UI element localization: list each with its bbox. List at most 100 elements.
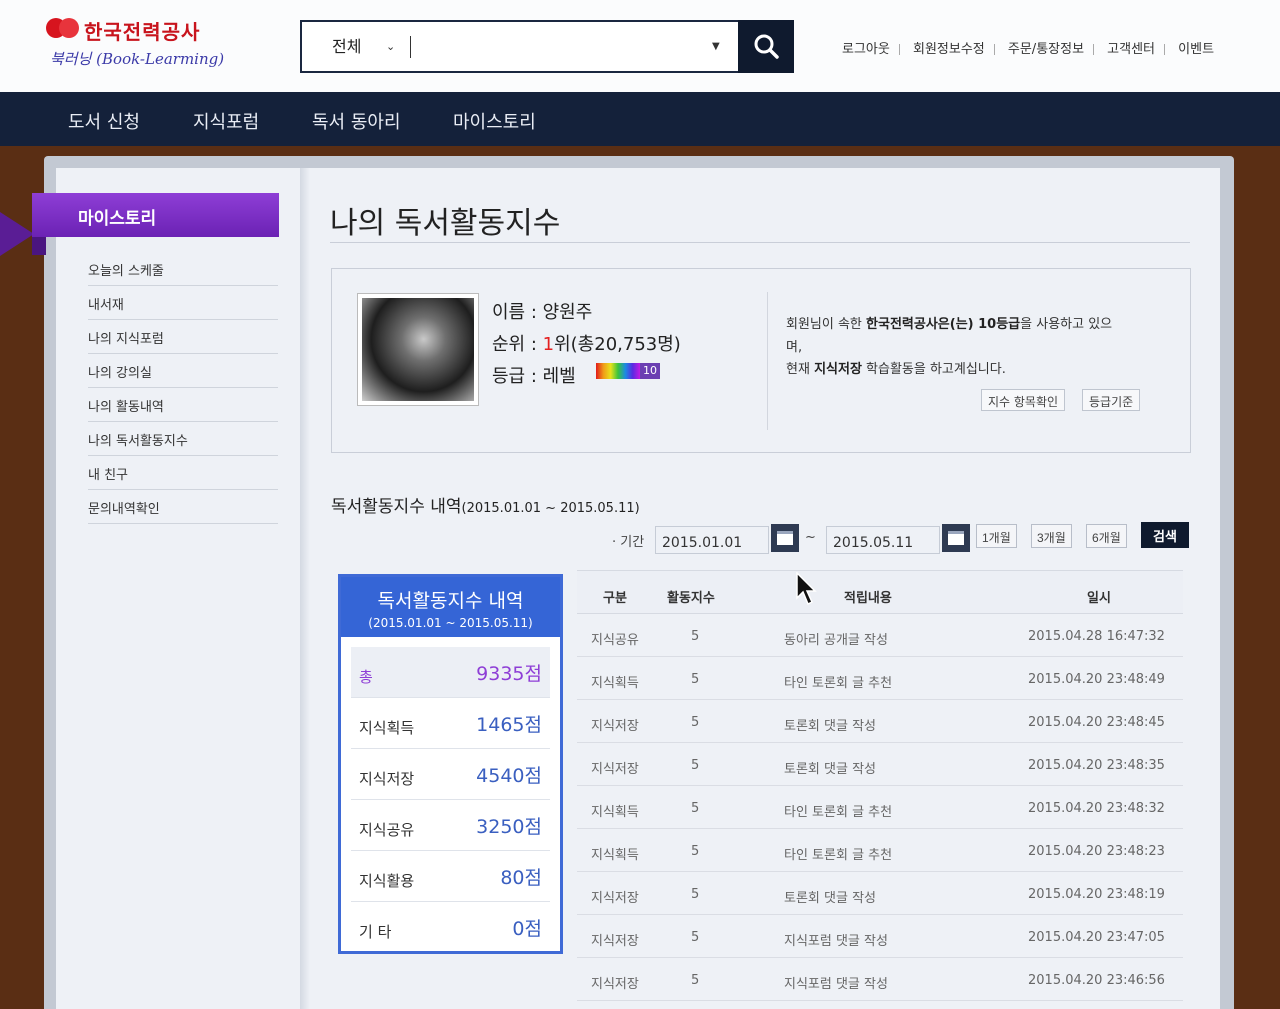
logo[interactable]: 한국전력공사 북러닝 (Book-Learming)	[46, 16, 246, 76]
range-1-month-button[interactable]: 1개월	[976, 524, 1017, 548]
table-row: 지식획득 5 타인 토론회 글 추천 2015.04.20 23:48:32	[577, 786, 1183, 829]
cell-category: 지식저장	[591, 934, 639, 949]
score-row-total: 총 9335점	[351, 647, 550, 698]
nav-reading-club[interactable]: 독서 동아리	[312, 108, 401, 134]
cell-points: 5	[691, 844, 700, 859]
search-input[interactable]	[418, 32, 708, 62]
cell-category: 지식획득	[591, 676, 639, 691]
mouse-cursor-icon	[796, 572, 817, 606]
order-info-link[interactable]: 주문/통장정보	[1008, 42, 1084, 57]
msg3-a: 현재	[786, 362, 815, 377]
grade-message-line2: 며,	[786, 340, 803, 355]
sidebar-title: 마이스토리	[32, 193, 279, 237]
date-from-calendar-button[interactable]	[771, 524, 799, 552]
nav-knowledge-forum[interactable]: 지식포럼	[193, 108, 259, 134]
title-divider	[330, 242, 1190, 243]
table-row: 지식획득 5 타인 토론회 글 추천 2015.04.20 23:48:23	[577, 829, 1183, 872]
date-to-calendar-button[interactable]	[942, 524, 970, 552]
divider	[993, 44, 995, 55]
profile-rank: 순위 : 1위(총20,753명)	[492, 330, 681, 356]
logout-link[interactable]: 로그아웃	[842, 42, 890, 57]
rank-prefix: 순위 :	[492, 334, 543, 355]
range-3-month-button[interactable]: 3개월	[1031, 524, 1072, 548]
nav-my-story[interactable]: 마이스토리	[453, 108, 536, 134]
score-value: 80점	[500, 867, 542, 889]
sidebar-item-inquiry[interactable]: 문의내역확인	[88, 490, 278, 524]
score-value: 3250점	[476, 816, 542, 838]
nav-book-request[interactable]: 도서 신청	[68, 108, 140, 134]
sidebar-item-friends[interactable]: 내 친구	[88, 456, 278, 490]
score-label: 기 타	[359, 923, 392, 941]
cell-content: 지식포럼 댓글 작성	[784, 977, 888, 992]
sidebar-item-library[interactable]: 내서재	[88, 286, 278, 320]
date-from-input[interactable]	[655, 526, 769, 554]
table-row: 지식저장 5 토론회 댓글 작성 2015.04.20 23:48:35	[577, 743, 1183, 786]
col-datetime: 일시	[1087, 591, 1111, 606]
cell-category: 지식저장	[591, 891, 639, 906]
cell-content: 타인 토론회 글 추천	[784, 805, 893, 820]
score-label: 지식획득	[359, 719, 415, 737]
search-scope-select[interactable]: 전체 ⌄	[302, 22, 410, 71]
cell-points: 5	[691, 801, 700, 816]
search-period-button[interactable]: 검색	[1141, 522, 1189, 548]
activity-table: 구분 활동지수 적립내용 일시 지식공유 5 동아리 공개글 작성 2015.04.2…	[577, 570, 1183, 1001]
cell-points: 5	[691, 715, 700, 730]
sidebar-menu: 오늘의 스케줄 내서재 나의 지식포럼 나의 강의실 나의 활동내역 나의 독서…	[88, 252, 278, 524]
cell-category: 지식저장	[591, 762, 639, 777]
divider	[1164, 44, 1166, 55]
index-items-button[interactable]: 지수 항목확인	[981, 389, 1066, 411]
logo-title: 한국전력공사	[84, 20, 201, 44]
col-content: 적립내용	[844, 591, 892, 606]
profile-grade: 등급 : 레벨	[492, 366, 576, 387]
logo-subtitle: 북러닝 (Book-Learming)	[50, 50, 225, 68]
grade-criteria-button[interactable]: 등급기준	[1082, 389, 1141, 411]
date-to-input[interactable]	[826, 526, 940, 554]
msg3-b: 지식저장	[814, 362, 862, 377]
cell-content: 토론회 댓글 작성	[784, 891, 876, 906]
sidebar-item-classroom[interactable]: 나의 강의실	[88, 354, 278, 388]
search-divider	[410, 36, 411, 58]
period-label: · 기간	[612, 535, 645, 550]
rank-number: 1	[542, 334, 555, 355]
event-link[interactable]: 이벤트	[1178, 42, 1214, 57]
cell-category: 지식저장	[591, 719, 639, 734]
score-label: 지식활용	[359, 872, 415, 890]
sidebar-item-activity[interactable]: 나의 활동내역	[88, 388, 278, 422]
msg3-c: 학습활동을 하고계십니다.	[861, 362, 1006, 377]
msg1-b: 한국전력공사은(는) 10등급	[866, 317, 1021, 332]
sidebar-item-reading-index[interactable]: 나의 독서활동지수	[88, 422, 278, 456]
calendar-icon	[777, 531, 793, 545]
sidebar-item-forum[interactable]: 나의 지식포럼	[88, 320, 278, 354]
cell-points: 5	[691, 973, 700, 988]
calendar-icon	[948, 531, 964, 545]
score-row-etc: 기 타 0점	[351, 902, 550, 953]
score-value: 9335점	[476, 663, 542, 685]
score-row-store: 지식저장 4540점	[351, 749, 550, 800]
score-summary-header: 독서활동지수 내역 (2015.01.01 ~ 2015.05.11)	[341, 577, 560, 637]
kepco-logo-icon	[46, 18, 80, 38]
history-title-text: 독서활동지수 내역	[331, 497, 462, 517]
table-row: 지식획득 5 타인 토론회 글 추천 2015.04.20 23:48:49	[577, 657, 1183, 700]
ribbon-tail	[0, 212, 34, 256]
sidebar-item-schedule[interactable]: 오늘의 스케줄	[88, 252, 278, 286]
profile-divider	[767, 292, 768, 430]
customer-center-link[interactable]: 고객센터	[1107, 42, 1155, 57]
table-row: 지식공유 5 동아리 공개글 작성 2015.04.28 16:47:32	[577, 614, 1183, 657]
avatar	[357, 293, 479, 406]
search-dropdown-icon[interactable]: ▼	[712, 22, 732, 71]
search-bar: 전체 ⌄ ▼	[300, 20, 794, 73]
rank-suffix: 위(총20,753명)	[554, 334, 681, 355]
search-button[interactable]	[738, 20, 794, 73]
col-points: 활동지수	[667, 591, 715, 606]
search-scope-value: 전체	[332, 37, 362, 56]
edit-profile-link[interactable]: 회원정보수정	[913, 42, 985, 57]
cell-points: 5	[691, 930, 700, 945]
cell-category: 지식저장	[591, 977, 639, 992]
range-6-month-button[interactable]: 6개월	[1086, 524, 1127, 548]
msg1-a: 회원님이 속한	[786, 317, 867, 332]
table-row: 지식저장 5 토론회 댓글 작성 2015.04.20 23:48:45	[577, 700, 1183, 743]
date-separator: ~	[805, 530, 816, 545]
grade-message-line3: 현재 지식저장 학습활동을 하고계십니다.	[786, 358, 1006, 377]
cell-content: 타인 토론회 글 추천	[784, 848, 893, 863]
divider	[1093, 44, 1095, 55]
